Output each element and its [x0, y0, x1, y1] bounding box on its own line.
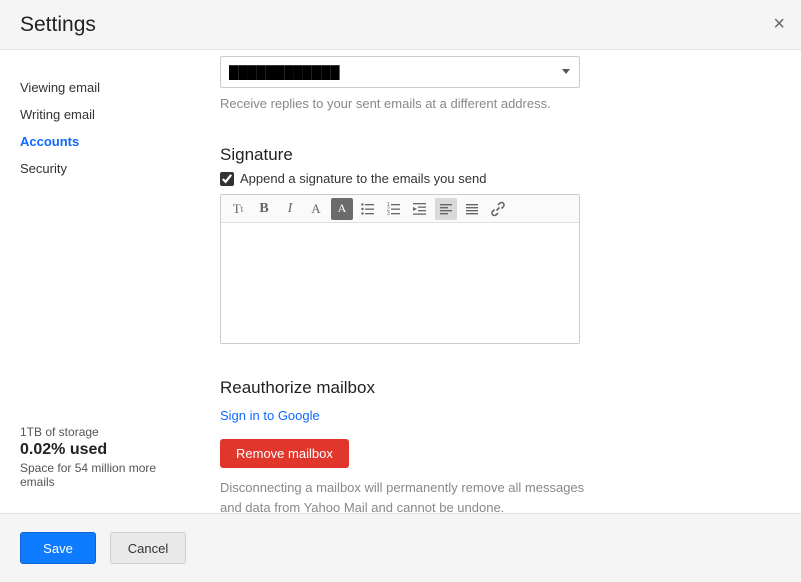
text-color-icon[interactable]: A — [305, 198, 327, 220]
signature-append-label: Append a signature to the emails you sen… — [240, 171, 486, 186]
page-title: Settings — [20, 13, 96, 37]
signature-append-checkbox[interactable] — [220, 172, 234, 186]
reauth-title: Reauthorize mailbox — [220, 378, 771, 398]
sidebar: Viewing email Writing email Accounts Sec… — [0, 50, 200, 513]
italic-icon[interactable]: I — [279, 198, 301, 220]
signature-textarea[interactable] — [221, 223, 579, 343]
save-button[interactable]: Save — [20, 532, 96, 564]
align-left-icon[interactable] — [435, 198, 457, 220]
reply-to-helper: Receive replies to your sent emails at a… — [220, 96, 771, 111]
sidebar-item-security[interactable]: Security — [20, 155, 200, 182]
signature-title: Signature — [220, 145, 771, 165]
bold-icon[interactable]: B — [253, 198, 275, 220]
content-wrap: ████████████ Receive replies to your sen… — [200, 50, 801, 513]
footer: Save Cancel — [0, 513, 801, 582]
storage-total: 1TB of storage — [20, 425, 188, 439]
reply-to-select[interactable]: ████████████ — [220, 56, 580, 88]
sidebar-item-writing-email[interactable]: Writing email — [20, 101, 200, 128]
settings-body: Viewing email Writing email Accounts Sec… — [0, 50, 801, 513]
remove-mailbox-button[interactable]: Remove mailbox — [220, 439, 349, 468]
numbered-list-icon[interactable]: 123 — [383, 198, 405, 220]
storage-remaining: Space for 54 million more emails — [20, 461, 188, 489]
disconnect-helper: Disconnecting a mailbox will permanently… — [220, 478, 600, 513]
sidebar-items: Viewing email Writing email Accounts Sec… — [20, 74, 200, 182]
content-scroll[interactable]: ████████████ Receive replies to your sen… — [200, 50, 801, 513]
signature-append-row: Append a signature to the emails you sen… — [220, 171, 771, 186]
editor-toolbar: Tt B I A A 123 — [221, 195, 579, 223]
bullet-list-icon[interactable] — [357, 198, 379, 220]
storage-info: 1TB of storage 0.02% used Space for 54 m… — [20, 425, 200, 513]
link-icon[interactable] — [487, 198, 509, 220]
indent-decrease-icon[interactable] — [409, 198, 431, 220]
reply-to-select-wrap: ████████████ — [220, 56, 580, 88]
sidebar-item-accounts[interactable]: Accounts — [20, 128, 200, 155]
font-size-icon[interactable]: Tt — [227, 198, 249, 220]
sidebar-item-viewing-email[interactable]: Viewing email — [20, 74, 200, 101]
cancel-button[interactable]: Cancel — [110, 532, 186, 564]
highlight-icon[interactable]: A — [331, 198, 353, 220]
storage-used: 0.02% used — [20, 441, 188, 459]
signature-editor: Tt B I A A 123 — [220, 194, 580, 344]
close-icon[interactable]: × — [773, 14, 785, 34]
svg-text:3: 3 — [387, 211, 390, 217]
align-justify-icon[interactable] — [461, 198, 483, 220]
settings-header: Settings × — [0, 0, 801, 50]
sign-in-google-link[interactable]: Sign in to Google — [220, 408, 320, 423]
